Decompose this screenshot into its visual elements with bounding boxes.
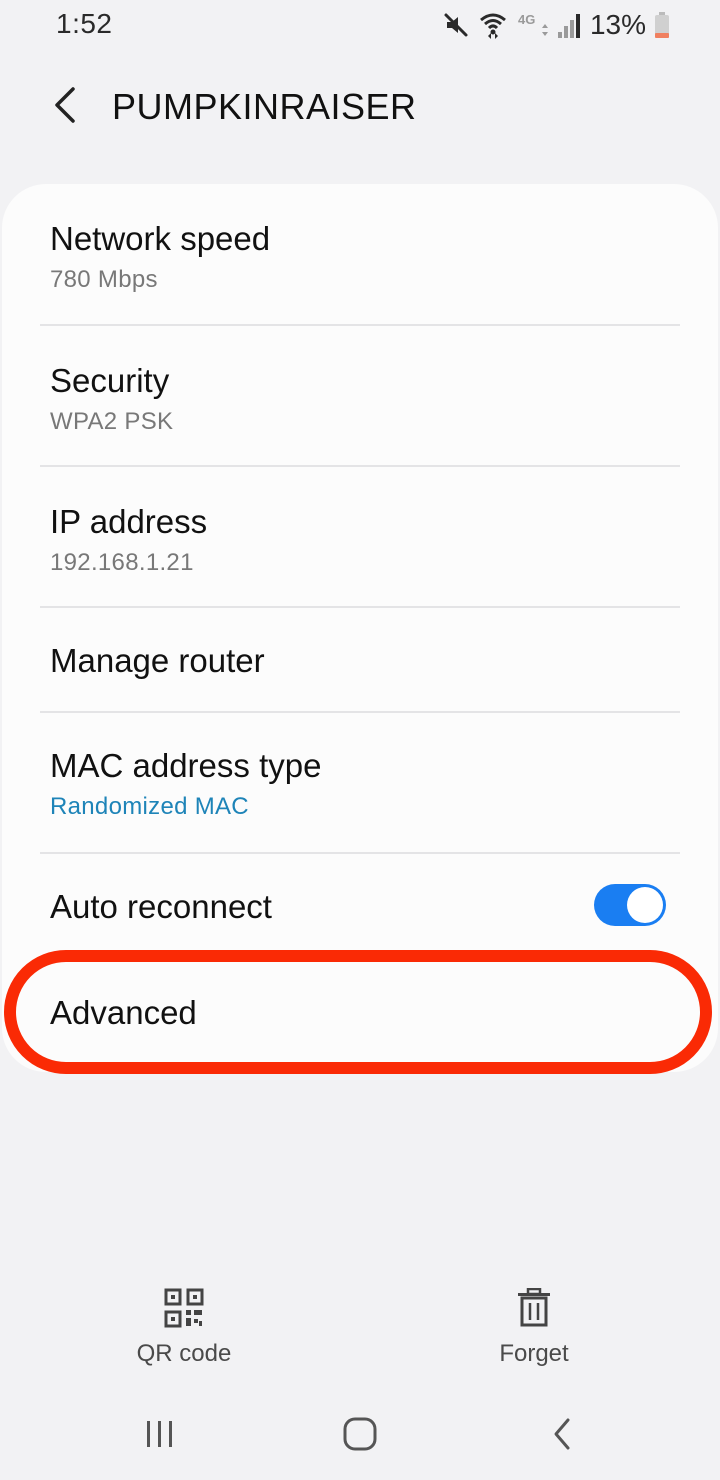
network-speed-value: 780 Mbps bbox=[50, 266, 158, 293]
battery-icon bbox=[654, 11, 670, 39]
wifi-icon bbox=[478, 10, 508, 40]
nav-back-icon bbox=[550, 1416, 574, 1457]
qr-code-icon bbox=[164, 1288, 204, 1333]
lte-icon: 4G bbox=[516, 10, 548, 40]
security-item[interactable]: Security WPA2 PSK bbox=[2, 326, 718, 467]
qr-code-button[interactable]: QR code bbox=[94, 1288, 274, 1378]
network-label: 4G bbox=[518, 12, 535, 27]
chevron-left-icon bbox=[51, 85, 79, 130]
settings-card: Network speed 780 Mbps Security WPA2 PSK… bbox=[2, 184, 718, 1072]
advanced-title: Advanced bbox=[50, 994, 197, 1031]
page-title: PUMPKINRAISER bbox=[112, 86, 417, 127]
home-button[interactable] bbox=[330, 1414, 390, 1458]
security-value: WPA2 PSK bbox=[50, 408, 174, 435]
status-bar: 1:52 4G 13% bbox=[0, 0, 720, 50]
toggle-knob bbox=[627, 887, 663, 923]
mac-address-type-title: MAC address type bbox=[50, 747, 322, 784]
header: PUMPKINRAISER bbox=[0, 60, 720, 156]
auto-reconnect-toggle[interactable] bbox=[594, 884, 666, 926]
ip-address-item[interactable]: IP address 192.168.1.21 bbox=[2, 467, 718, 608]
mac-address-type-value: Randomized MAC bbox=[50, 793, 249, 820]
screen: 1:52 4G 13% PUMPKINRAISER Network speed … bbox=[0, 0, 720, 1480]
mute-icon bbox=[442, 11, 470, 39]
status-time: 1:52 bbox=[56, 8, 113, 39]
auto-reconnect-title: Auto reconnect bbox=[50, 888, 272, 925]
mac-address-type-item[interactable]: MAC address type Randomized MAC bbox=[2, 713, 718, 854]
trash-icon bbox=[516, 1287, 552, 1333]
ip-address-title: IP address bbox=[50, 503, 208, 540]
navigation-bar bbox=[0, 1400, 720, 1480]
network-speed-title: Network speed bbox=[50, 220, 271, 257]
home-icon bbox=[342, 1416, 378, 1457]
network-speed-item[interactable]: Network speed 780 Mbps bbox=[2, 184, 718, 326]
forget-button[interactable]: Forget bbox=[444, 1287, 624, 1378]
manage-router-item[interactable]: Manage router bbox=[2, 608, 718, 713]
advanced-item[interactable]: Advanced bbox=[2, 960, 718, 1072]
recent-apps-icon bbox=[144, 1418, 176, 1455]
battery-percentage: 13% bbox=[589, 9, 646, 40]
status-icons: 4G 13% bbox=[442, 8, 670, 42]
security-title: Security bbox=[50, 362, 170, 399]
back-button[interactable] bbox=[40, 82, 90, 132]
qr-code-label: QR code bbox=[136, 1340, 232, 1367]
forget-label: Forget bbox=[499, 1340, 569, 1367]
nav-back-button[interactable] bbox=[532, 1414, 592, 1458]
ip-address-value: 192.168.1.21 bbox=[50, 549, 194, 576]
signal-icon bbox=[556, 10, 582, 40]
manage-router-title: Manage router bbox=[50, 642, 265, 679]
recent-apps-button[interactable] bbox=[130, 1414, 190, 1458]
